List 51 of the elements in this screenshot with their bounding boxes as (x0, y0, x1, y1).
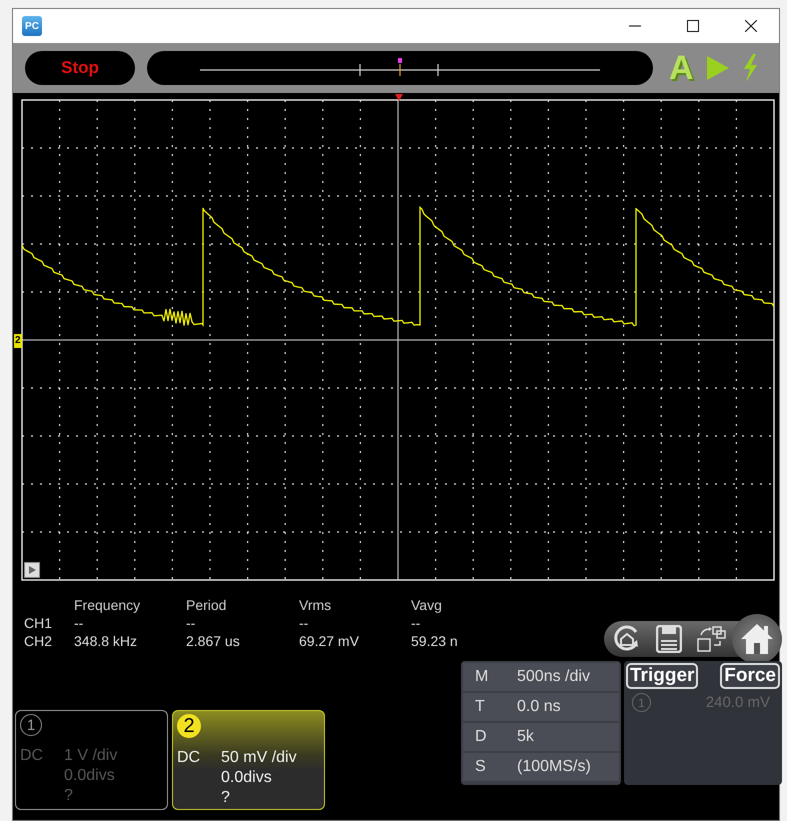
timeline-bar[interactable] (147, 51, 653, 85)
timebase-value: 0.0 ns (517, 698, 561, 716)
channel-card[interactable]: 2 DC 50 mV /div 0.0divs ? (172, 710, 325, 810)
close-icon[interactable] (745, 20, 757, 32)
probe-value: ? (64, 786, 74, 806)
column-header: Vavg (411, 596, 443, 614)
timebase-value: (100MS/s) (517, 758, 591, 776)
coupling-label: DC (177, 748, 202, 768)
probe-value: ? (221, 788, 231, 808)
timebase-value: 500ns /div (517, 668, 590, 686)
timebase-row[interactable]: T 0.0 ns (463, 693, 619, 721)
measurement-value: -- (299, 614, 310, 632)
home-button[interactable] (732, 614, 782, 664)
channel-marker[interactable]: 2 (14, 334, 22, 348)
measurement-value: 59.23 n (411, 632, 459, 650)
app-icon: PC (22, 16, 42, 36)
timebase-key: S (475, 758, 517, 776)
scale-value: 1 V /div (64, 746, 118, 766)
timebase-value: 5k (517, 728, 534, 746)
coupling-label: DC (20, 746, 44, 766)
timebase-key: T (475, 698, 517, 716)
column-header: Frequency (74, 596, 142, 614)
measurement-value: 2.867 us (186, 632, 241, 650)
save-icon[interactable] (656, 625, 682, 653)
column-header: Period (186, 596, 228, 614)
timebase-key: M (475, 668, 517, 686)
channel-number: 2 (177, 714, 201, 738)
measurement-value: -- (186, 614, 196, 632)
measurement-value: 348.8 kHz (74, 632, 138, 650)
timebase-row[interactable]: S (100MS/s) (463, 753, 619, 781)
channel-card[interactable]: 1 DC 1 V /div 0.0divs ? (15, 710, 168, 810)
swap-windows-icon[interactable] (696, 625, 726, 653)
measurement-value: -- (74, 614, 84, 632)
channel-label: CH2 (24, 632, 54, 650)
timebase-row[interactable]: D 5k (463, 723, 619, 751)
offset-value: 0.0divs (221, 768, 273, 788)
timebase-key: D (475, 728, 517, 746)
measurement-value: 69.27 mV (299, 632, 360, 650)
home-icon (740, 623, 774, 655)
trigger-panel-button[interactable]: Force (720, 663, 780, 689)
stop-button[interactable]: Stop (25, 51, 135, 85)
offset-value: 0.0divs (64, 766, 116, 786)
channel-label: CH1 (24, 614, 54, 632)
scale-value: 50 mV /div (221, 748, 298, 768)
play-icon[interactable] (24, 562, 40, 578)
column-header: Vrms (299, 596, 332, 614)
trigger-panel-button[interactable]: Trigger (626, 663, 698, 689)
maximize-icon[interactable] (687, 20, 699, 32)
channel-number: 1 (20, 714, 42, 736)
measurement-value: -- (411, 614, 422, 632)
timebase-row[interactable]: M 500ns /div (463, 663, 619, 691)
